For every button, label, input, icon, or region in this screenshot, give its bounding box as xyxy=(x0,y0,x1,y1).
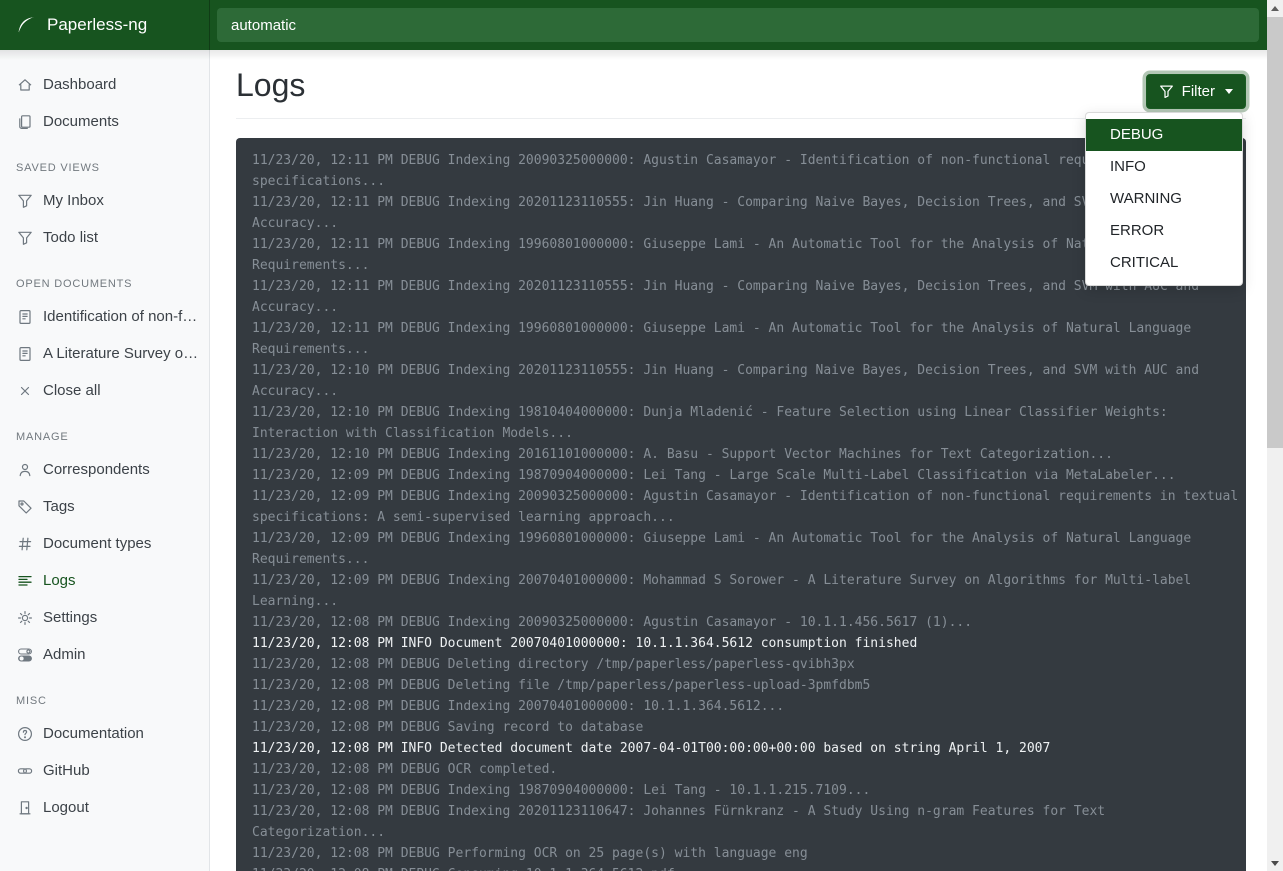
sidebar-item-open-document-1[interactable]: Identification of non-fu... xyxy=(0,298,209,335)
question-circle-icon xyxy=(17,726,33,742)
sidebar-section-misc: MISC xyxy=(0,693,209,709)
log-line: 11/23/20, 12:08 PM DEBUG Deleting direct… xyxy=(252,654,1239,675)
gear-icon xyxy=(17,610,33,626)
sidebar-item-label: Todo list xyxy=(43,229,98,246)
sidebar-item-label: GitHub xyxy=(43,762,90,779)
sidebar-item-documents[interactable]: Documents xyxy=(0,103,209,140)
sidebar-section-manage: MANAGE xyxy=(0,429,209,445)
filter-option-debug[interactable]: DEBUG xyxy=(1086,119,1242,151)
sidebar-item-github[interactable]: GitHub xyxy=(0,752,209,789)
tag-icon xyxy=(17,499,33,515)
funnel-icon xyxy=(17,193,33,209)
sidebar-item-label: Dashboard xyxy=(43,76,116,93)
filter-option-warning[interactable]: WARNING xyxy=(1086,183,1242,215)
brand-label: Paperless-ng xyxy=(47,15,147,35)
filter-option-info[interactable]: INFO xyxy=(1086,151,1242,183)
leaf-icon xyxy=(15,14,37,36)
sidebar-item-label: Correspondents xyxy=(43,461,150,478)
file-text-icon xyxy=(17,309,33,325)
sidebar-item-tags[interactable]: Tags xyxy=(0,488,209,525)
log-line: 11/23/20, 12:09 PM DEBUG Indexing 200903… xyxy=(252,486,1239,528)
scroll-up-arrow[interactable] xyxy=(1267,0,1283,16)
page-header: Logs Filter xyxy=(211,50,1267,119)
search-input[interactable] xyxy=(217,8,1259,42)
sidebar-item-logout[interactable]: Logout xyxy=(0,789,209,826)
log-line: 11/23/20, 12:09 PM DEBUG Indexing 198709… xyxy=(252,465,1239,486)
files-icon xyxy=(17,114,33,130)
sidebar-item-label: Close all xyxy=(43,382,101,399)
hash-icon xyxy=(17,536,33,552)
funnel-icon xyxy=(17,230,33,246)
sidebar-item-label: Settings xyxy=(43,609,97,626)
sidebar-section-open-documents: OPEN DOCUMENTS xyxy=(0,276,209,292)
log-line: 11/23/20, 12:08 PM DEBUG OCR completed. xyxy=(252,759,1239,780)
sidebar-item-todo-list[interactable]: Todo list xyxy=(0,219,209,256)
filter-button-label: Filter xyxy=(1182,83,1215,100)
sidebar: Dashboard Documents SAVED VIEWS My Inbox… xyxy=(0,50,210,871)
log-line: 11/23/20, 12:10 PM DEBUG Indexing 202011… xyxy=(252,360,1239,402)
scroll-down-arrow[interactable] xyxy=(1267,855,1283,871)
log-line: 11/23/20, 12:08 PM INFO Document 2007040… xyxy=(252,633,1239,654)
log-line: 11/23/20, 12:11 PM DEBUG Indexing 199608… xyxy=(252,318,1239,360)
sidebar-item-dashboard[interactable]: Dashboard xyxy=(0,66,209,103)
filter-button[interactable]: Filter xyxy=(1146,74,1246,109)
link-icon xyxy=(17,763,33,779)
log-line: 11/23/20, 12:10 PM DEBUG Indexing 198104… xyxy=(252,402,1239,444)
sidebar-item-label: Admin xyxy=(43,646,86,663)
log-line: 11/23/20, 12:09 PM DEBUG Indexing 200704… xyxy=(252,570,1239,612)
text-lines-icon xyxy=(17,573,33,589)
file-text-icon xyxy=(17,346,33,362)
sidebar-item-label: Tags xyxy=(43,498,75,515)
sidebar-item-admin[interactable]: Admin xyxy=(0,636,209,673)
toggles-icon xyxy=(17,647,33,663)
sidebar-item-label: Document types xyxy=(43,535,151,552)
log-line: 11/23/20, 12:08 PM DEBUG Indexing 200903… xyxy=(252,612,1239,633)
sidebar-item-logs[interactable]: Logs xyxy=(0,562,209,599)
search-form xyxy=(210,8,1267,42)
filter-option-critical[interactable]: CRITICAL xyxy=(1086,247,1242,279)
brand-link[interactable]: Paperless-ng xyxy=(0,0,210,50)
person-icon xyxy=(17,462,33,478)
sidebar-item-label: Logs xyxy=(43,572,76,589)
log-line: 11/23/20, 12:08 PM DEBUG Saving record t… xyxy=(252,717,1239,738)
log-line: 11/23/20, 12:09 PM DEBUG Indexing 199608… xyxy=(252,528,1239,570)
sidebar-item-open-document-2[interactable]: A Literature Survey on ... xyxy=(0,335,209,372)
page-title: Logs xyxy=(236,66,1246,104)
door-icon xyxy=(17,800,33,816)
top-navbar: Paperless-ng xyxy=(0,0,1267,50)
funnel-icon xyxy=(1159,84,1174,99)
log-line: 11/23/20, 12:08 PM DEBUG Deleting file /… xyxy=(252,675,1239,696)
log-line: 11/23/20, 12:08 PM DEBUG Performing OCR … xyxy=(252,843,1239,864)
log-line: 11/23/20, 12:08 PM INFO Detected documen… xyxy=(252,738,1239,759)
sidebar-item-label: Documents xyxy=(43,113,119,130)
house-icon xyxy=(17,77,33,93)
sidebar-item-settings[interactable]: Settings xyxy=(0,599,209,636)
sidebar-item-my-inbox[interactable]: My Inbox xyxy=(0,182,209,219)
sidebar-section-saved-views: SAVED VIEWS xyxy=(0,160,209,176)
log-line: 11/23/20, 12:08 PM DEBUG Consuming 10.1.… xyxy=(252,864,1239,871)
log-line: 11/23/20, 12:08 PM DEBUG Indexing 198709… xyxy=(252,780,1239,801)
page-scrollbar[interactable] xyxy=(1267,0,1283,871)
scrollbar-thumb[interactable] xyxy=(1267,17,1283,448)
sidebar-item-label: My Inbox xyxy=(43,192,104,209)
filter-option-error[interactable]: ERROR xyxy=(1086,215,1242,247)
log-line: 11/23/20, 12:10 PM DEBUG Indexing 201611… xyxy=(252,444,1239,465)
log-line: 11/23/20, 12:08 PM DEBUG Indexing 200704… xyxy=(252,696,1239,717)
sidebar-item-documentation[interactable]: Documentation xyxy=(0,715,209,752)
filter-dropdown: DEBUG INFO WARNING ERROR CRITICAL xyxy=(1085,112,1243,286)
chevron-down-icon xyxy=(1225,89,1233,94)
sidebar-item-label: Documentation xyxy=(43,725,144,742)
sidebar-item-close-all[interactable]: Close all xyxy=(0,372,209,409)
sidebar-item-label: Logout xyxy=(43,799,89,816)
x-icon xyxy=(17,383,33,399)
sidebar-item-document-types[interactable]: Document types xyxy=(0,525,209,562)
sidebar-item-correspondents[interactable]: Correspondents xyxy=(0,451,209,488)
sidebar-item-label: A Literature Survey on ... xyxy=(43,345,203,362)
sidebar-item-label: Identification of non-fu... xyxy=(43,308,203,325)
log-line: 11/23/20, 12:08 PM DEBUG Indexing 202011… xyxy=(252,801,1239,843)
